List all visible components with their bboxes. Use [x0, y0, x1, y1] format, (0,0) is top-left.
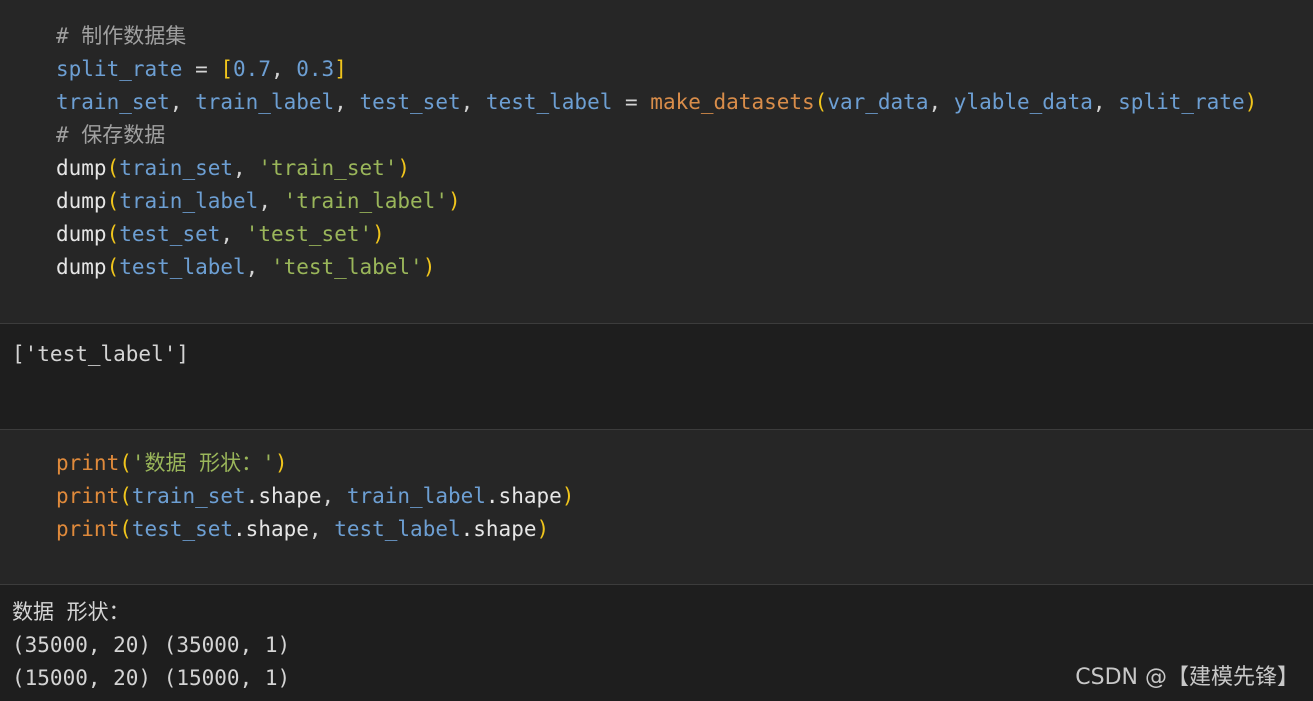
- code-token: test_set: [131, 517, 234, 541]
- code-token: =: [612, 90, 651, 114]
- code-token: (: [119, 451, 132, 475]
- code-token: ,: [460, 90, 486, 114]
- code-token: # 保存数据: [56, 123, 166, 147]
- code-token: train_set: [119, 156, 234, 180]
- output-cell-1: ['test_label']: [0, 324, 1313, 429]
- code-token: ,: [308, 517, 335, 541]
- code-token: train_set: [56, 90, 170, 114]
- code-token: train_label: [119, 189, 259, 213]
- code-line[interactable]: train_set, train_label, test_set, test_l…: [56, 86, 1257, 119]
- code-token: ,: [321, 484, 347, 508]
- code-token: ): [422, 255, 436, 279]
- code-token: ,: [334, 90, 360, 114]
- code-token: 0.7: [233, 57, 271, 81]
- code-token: train_label: [195, 90, 335, 114]
- code-token: dump: [56, 156, 107, 180]
- code-token: ,: [928, 90, 954, 114]
- code-token: ,: [220, 222, 246, 246]
- code-token: test_set: [359, 90, 461, 114]
- code-token: ylable_data: [953, 90, 1093, 114]
- code-token: ): [372, 222, 385, 246]
- code-token: test_set: [119, 222, 221, 246]
- code-token: (: [119, 517, 132, 541]
- code-line[interactable]: dump(test_set, 'test_set'): [56, 218, 385, 251]
- code-token: print: [56, 484, 120, 508]
- code-token: (: [106, 189, 120, 213]
- code-token: ,: [245, 255, 271, 279]
- code-line[interactable]: print('数据 形状：'): [56, 447, 287, 480]
- code-token: train_label: [346, 484, 486, 508]
- code-token: 'test_label': [270, 255, 423, 279]
- code-line[interactable]: # 制作数据集: [56, 20, 186, 53]
- code-token: .shape: [485, 484, 562, 508]
- code-line[interactable]: dump(train_set, 'train_set'): [56, 152, 410, 185]
- code-token: =: [182, 57, 221, 81]
- output-line: (35000, 20) (35000, 1): [12, 633, 291, 657]
- code-token: ): [397, 156, 411, 180]
- code-token: var_data: [827, 90, 929, 114]
- code-line[interactable]: dump(train_label, 'train_label'): [56, 185, 461, 218]
- code-token: ,: [1092, 90, 1119, 114]
- code-token: ,: [169, 90, 196, 114]
- code-token: (: [106, 222, 120, 246]
- code-token: .shape: [233, 517, 309, 541]
- code-token: [: [220, 57, 234, 81]
- code-token: (: [119, 484, 132, 508]
- code-cell-1[interactable]: # 制作数据集 split_rate = [0.7, 0.3] train_set,…: [0, 0, 1313, 323]
- code-token: test_label: [334, 517, 461, 541]
- code-token: ): [561, 484, 575, 508]
- code-token: train_set: [131, 484, 246, 508]
- output-line: ['test_label']: [12, 342, 190, 366]
- code-token: split_rate: [1118, 90, 1245, 114]
- code-token: ]: [334, 57, 347, 81]
- csdn-watermark: CSDN @【建模先锋】: [1075, 665, 1299, 690]
- code-token: .shape: [460, 517, 537, 541]
- code-token: 'test_set': [245, 222, 373, 246]
- code-token: make_datasets: [650, 90, 815, 114]
- code-token: ,: [258, 189, 284, 213]
- code-token: ,: [270, 57, 297, 81]
- code-token: print: [56, 517, 120, 541]
- code-token: test_label: [485, 90, 613, 114]
- code-token: (: [106, 156, 120, 180]
- code-token: .shape: [245, 484, 322, 508]
- code-line[interactable]: split_rate = [0.7, 0.3]: [56, 53, 347, 86]
- code-token: ): [536, 517, 550, 541]
- code-cell-2[interactable]: print('数据 形状：') print(train_set.shape, tr…: [0, 430, 1313, 584]
- output-line: 数据 形状：: [12, 600, 130, 624]
- code-token: (: [106, 255, 120, 279]
- code-token: ): [274, 451, 288, 475]
- code-token: (: [814, 90, 828, 114]
- code-token: print: [56, 451, 120, 475]
- code-token: dump: [56, 222, 107, 246]
- code-token: ,: [233, 156, 259, 180]
- code-token: '数据 形状：': [131, 451, 275, 475]
- code-token: ): [447, 189, 461, 213]
- code-token: 0.3: [296, 57, 335, 81]
- code-token: ): [1244, 90, 1258, 114]
- code-line[interactable]: # 保存数据: [56, 119, 165, 152]
- code-token: # 制作数据集: [56, 24, 187, 48]
- code-line[interactable]: dump(test_label, 'test_label'): [56, 251, 435, 284]
- code-token: test_label: [119, 255, 246, 279]
- code-line[interactable]: print(train_set.shape, train_label.shape…: [56, 480, 574, 513]
- code-token: dump: [56, 189, 107, 213]
- code-token: split_rate: [56, 57, 183, 81]
- code-token: 'train_label': [283, 189, 448, 213]
- code-token: dump: [56, 255, 107, 279]
- code-line[interactable]: print(test_set.shape, test_label.shape): [56, 513, 549, 546]
- output-line: (15000, 20) (15000, 1): [12, 666, 291, 690]
- code-token: 'train_set': [258, 156, 398, 180]
